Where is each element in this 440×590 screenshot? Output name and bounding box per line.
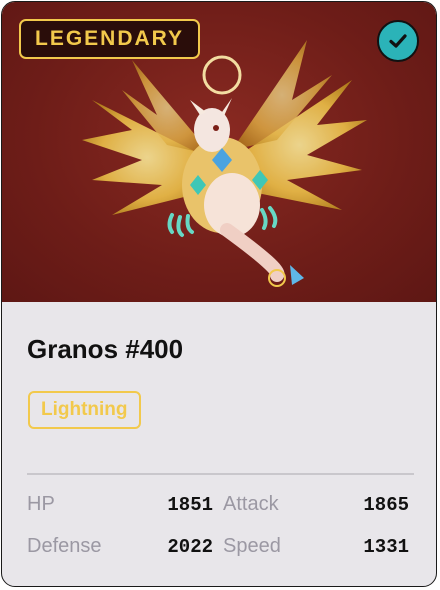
stat-value-hp: 1851 xyxy=(167,494,213,516)
creature-card[interactable]: LEGENDARY Granos #400 Lightning HP 1851 … xyxy=(1,1,437,587)
stat-label-speed: Speed xyxy=(223,535,281,557)
stat-label-defense: Defense xyxy=(27,535,102,557)
element-label: Lightning xyxy=(41,399,128,420)
stat-value-defense: 2022 xyxy=(167,536,213,558)
stat-label-attack: Attack xyxy=(223,493,279,515)
element-badge: Lightning xyxy=(28,391,141,429)
stat-label-hp: HP xyxy=(27,493,55,515)
card-info: Granos #400 Lightning HP 1851 Attack 186… xyxy=(2,302,436,586)
stat-value-speed: 1331 xyxy=(363,536,409,558)
verified-badge xyxy=(377,20,419,62)
creature-image xyxy=(82,40,367,287)
divider xyxy=(27,473,414,475)
check-icon xyxy=(389,34,407,48)
card-hero: LEGENDARY xyxy=(2,2,436,302)
stat-value-attack: 1865 xyxy=(363,494,409,516)
creature-name: Granos #400 xyxy=(27,334,184,364)
